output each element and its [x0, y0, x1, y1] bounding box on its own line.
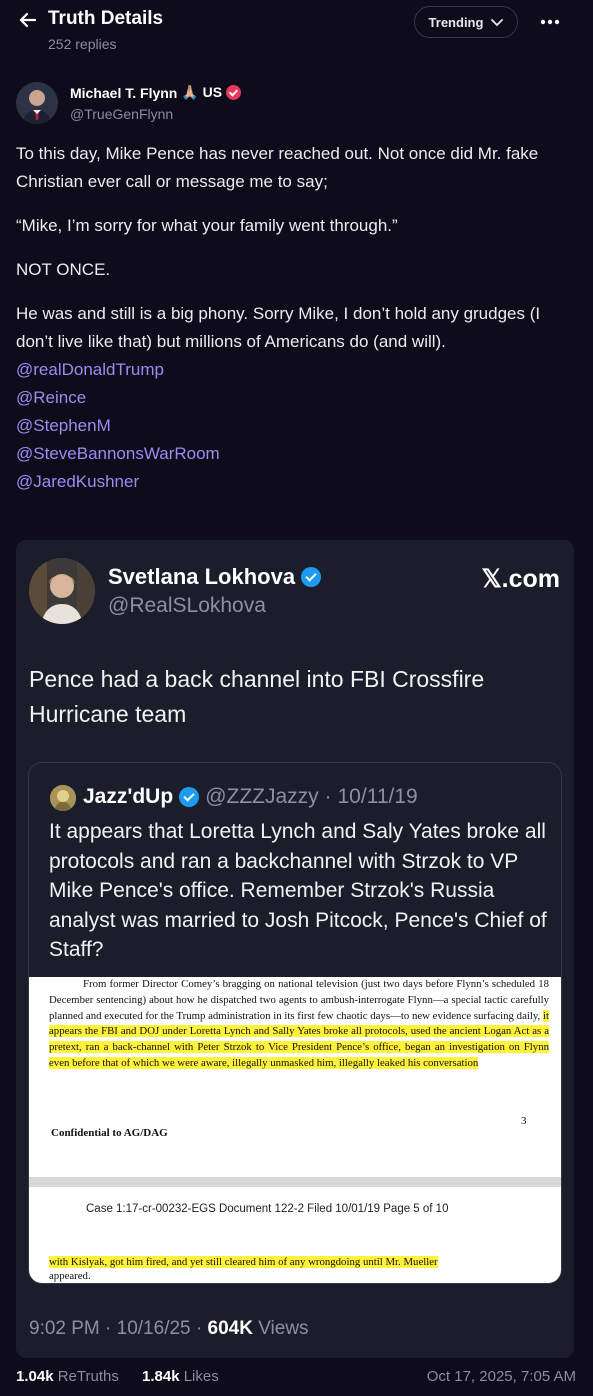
document-tail: with Kislyak, got him fired, and yet sti… [49, 1255, 549, 1283]
post-paragraph: He was and still is a big phony. Sorry M… [16, 304, 541, 351]
page-break-divider [29, 1177, 561, 1187]
mention-link[interactable]: @realDonaldTrump [16, 356, 578, 384]
document-image[interactable]: From former Director Comey’s bragging on… [29, 977, 561, 1283]
likes-count: 1.84k [142, 1368, 180, 1385]
arrow-left-icon[interactable] [16, 8, 40, 32]
embed-text: Pence had a back channel into FBI Crossf… [29, 666, 485, 727]
embed-avatar[interactable] [29, 558, 95, 624]
chevron-down-icon [491, 15, 504, 30]
post-paragraph: NOT ONCE. [16, 260, 111, 279]
quote-text: It appears that Loretta Lynch and Saly Y… [49, 820, 547, 961]
trending-sort-button[interactable]: Trending [414, 6, 518, 38]
likes-label: Likes [183, 1368, 219, 1385]
quoted-post[interactable]: Jazz'dUp @ZZZJazzy · 10/11/19 It appears… [28, 762, 562, 1284]
verified-badge-icon [301, 567, 322, 587]
document-page-number: 3 [521, 1115, 527, 1127]
embed-footer: 9:02 PM · 10/16/25 · 604K Views [29, 1318, 309, 1340]
mention-link[interactable]: @JaredKushner [16, 468, 578, 496]
retruths-count: 1.04k [16, 1368, 54, 1385]
document-text: From former Director Comey’s bragging on… [49, 978, 549, 1022]
quote-author-handle[interactable]: @ZZZJazzy [205, 785, 318, 809]
mention-link[interactable]: @Reince [16, 384, 578, 412]
embed-views-count: 604K [207, 1318, 253, 1339]
retruths-stat[interactable]: 1.04k ReTruths [16, 1368, 119, 1385]
quote-avatar[interactable] [50, 785, 76, 811]
x-logo-source[interactable]: 𝕏.com [482, 564, 561, 594]
trending-label: Trending [428, 14, 484, 30]
page-title: Truth Details [48, 8, 164, 29]
mention-link[interactable]: @SteveBannonsWarRoom [16, 440, 578, 468]
author-name[interactable]: Michael T. Flynn [70, 85, 177, 101]
embed-author-name[interactable]: Svetlana Lokhova [108, 564, 295, 590]
post-author: Michael T. Flynn 🙏🏼 US @TrueGenFlynn [16, 80, 576, 126]
document-paragraph: From former Director Comey’s bragging on… [49, 977, 549, 1072]
author-emoji: 🙏🏼 US [181, 84, 223, 100]
likes-stat[interactable]: 1.84k Likes [142, 1368, 219, 1385]
embed-timestamp: 9:02 PM · 10/16/25 · [29, 1318, 208, 1339]
avatar[interactable] [16, 82, 58, 124]
verified-badge-icon [179, 787, 200, 807]
mention-link[interactable]: @StephenM [16, 412, 578, 440]
retruths-label: ReTruths [57, 1368, 119, 1385]
embed-author-handle[interactable]: @RealSLokhova [108, 594, 266, 618]
more-horizontal-icon[interactable] [534, 10, 566, 34]
embed-views-label: Views [252, 1318, 309, 1339]
document-text: appeared. [49, 1270, 91, 1282]
author-handle[interactable]: @TrueGenFlynn [70, 106, 173, 122]
post-paragraph: “Mike, I’m sorry for what your family we… [16, 216, 398, 235]
verified-badge-icon [226, 85, 242, 100]
header-bar: Truth Details 252 replies Trending [0, 0, 593, 62]
replies-count: 252 replies [48, 36, 117, 52]
embedded-post-card[interactable]: Svetlana Lokhova @RealSLokhova 𝕏.com Pen… [16, 540, 574, 1358]
quote-author-name[interactable]: Jazz'dUp [83, 785, 173, 809]
document-highlight: with Kislyak, got him fired, and yet sti… [49, 1256, 438, 1268]
post-date: Oct 17, 2025, 7:05 AM [426, 1368, 576, 1385]
post-body: To this day, Mike Pence has never reache… [16, 140, 578, 496]
embed-author-row: Svetlana Lokhova [108, 564, 322, 590]
author-name-row: Michael T. Flynn 🙏🏼 US [70, 84, 242, 101]
post-paragraph: To this day, Mike Pence has never reache… [16, 144, 539, 191]
document-case-line: Case 1:17-cr-00232-EGS Document 122-2 Fi… [86, 1203, 449, 1215]
quote-header: Jazz'dUp @ZZZJazzy · 10/11/19 [83, 785, 418, 809]
document-confidential-label: Confidential to AG/DAG [51, 1127, 168, 1139]
quote-date: · 10/11/19 [324, 785, 418, 808]
